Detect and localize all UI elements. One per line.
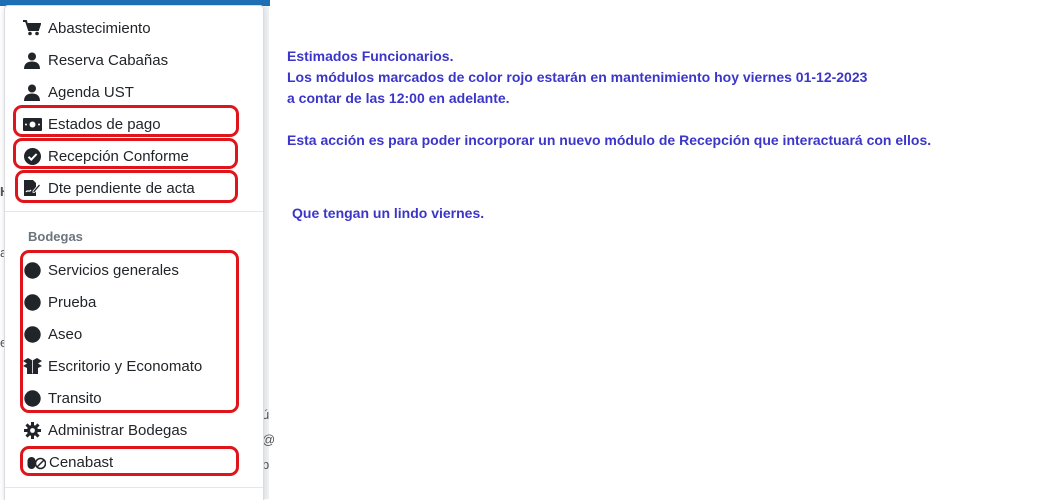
menu-item-label: Reserva Cabañas [48,51,169,69]
menu-item-dte-pendiente-de-acta[interactable]: Dte pendiente de acta [22,174,195,202]
box-open-icon [22,356,42,376]
menu-item-label: Agenda UST [48,83,134,101]
menu-item-recepcion-conforme[interactable]: Recepción Conforme [22,142,189,170]
menu-item-aseo[interactable]: Aseo [22,320,82,348]
cart-icon [22,18,42,38]
menu-divider [5,487,263,488]
menu-item-label: Prueba [48,293,97,311]
circle-icon [22,292,42,312]
notice-line: Que tengan un lindo viernes. [292,205,485,221]
menu-item-servicios-generales[interactable]: Servicios generales [22,256,179,284]
gear-icon [22,420,42,440]
menu-divider [5,211,263,212]
menu-item-label: Administrar Bodegas [48,421,188,439]
menu-item-label: Recepción Conforme [48,147,189,165]
circle-icon [22,324,42,344]
menu-item-reserva-cabanas[interactable]: Reserva Cabañas [22,46,168,74]
menu-item-cenabast[interactable]: Cenabast [26,448,113,476]
page-divider [264,6,269,499]
menu-item-label: Aseo [48,325,83,343]
menu-item-label: Dte pendiente de acta [48,179,195,197]
menu-item-transito[interactable]: Transito [22,384,102,412]
user-icon [22,50,42,70]
pills-icon [26,452,46,472]
menu-item-label: Estados de pago [48,115,161,133]
menu-item-escritorio-y-economato[interactable]: Escritorio y Economato [22,352,202,380]
notice-line: Esta acción es para poder incorporar un … [287,132,932,148]
circle-icon [22,260,42,280]
notice-line: Estimados Funcionarios. [287,48,454,64]
menu-item-prueba[interactable]: Prueba [22,288,96,316]
check-circle-icon [22,146,42,166]
maintenance-notice: Estimados Funcionarios. Los módulos marc… [287,46,931,224]
file-signature-icon [22,178,42,198]
section-header-bodegas: Bodegas [28,229,83,244]
menu-item-label: Cenabast [49,453,114,471]
menu-item-label: Escritorio y Economato [48,357,203,375]
menu-item-estados-de-pago[interactable]: Estados de pago [22,110,161,138]
dropdown-menu: Abastecimiento Reserva Cabañas Agenda US… [4,5,264,500]
money-bill-icon [22,114,42,134]
menu-item-label: Transito [48,389,102,407]
menu-item-agenda-ust[interactable]: Agenda UST [22,78,134,106]
circle-icon [22,388,42,408]
user-icon [22,82,42,102]
menu-item-abastecimiento[interactable]: Abastecimiento [22,14,151,42]
notice-line: a contar de las 12:00 en adelante. [287,90,510,106]
menu-item-label: Servicios generales [48,261,179,279]
menu-item-administrar-bodegas[interactable]: Administrar Bodegas [22,416,187,444]
menu-item-label: Abastecimiento [48,19,151,37]
notice-line: Los módulos marcados de color rojo estar… [287,69,868,85]
